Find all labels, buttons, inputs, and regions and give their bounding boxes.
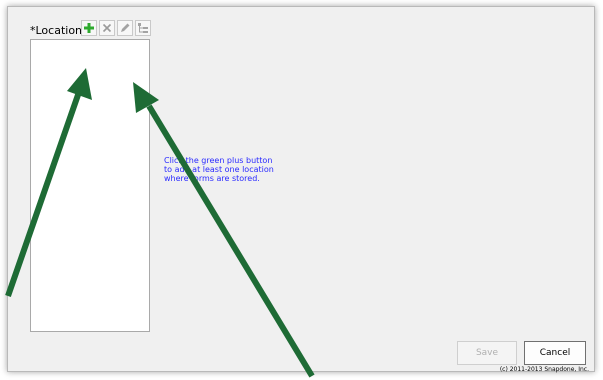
arrow-to-list-area-head bbox=[133, 82, 159, 113]
annotation-arrows bbox=[5, 68, 315, 378]
arrow-to-list-area bbox=[146, 104, 315, 378]
arrow-to-add-button-head bbox=[67, 68, 92, 100]
arrow-to-add-button bbox=[5, 91, 82, 297]
